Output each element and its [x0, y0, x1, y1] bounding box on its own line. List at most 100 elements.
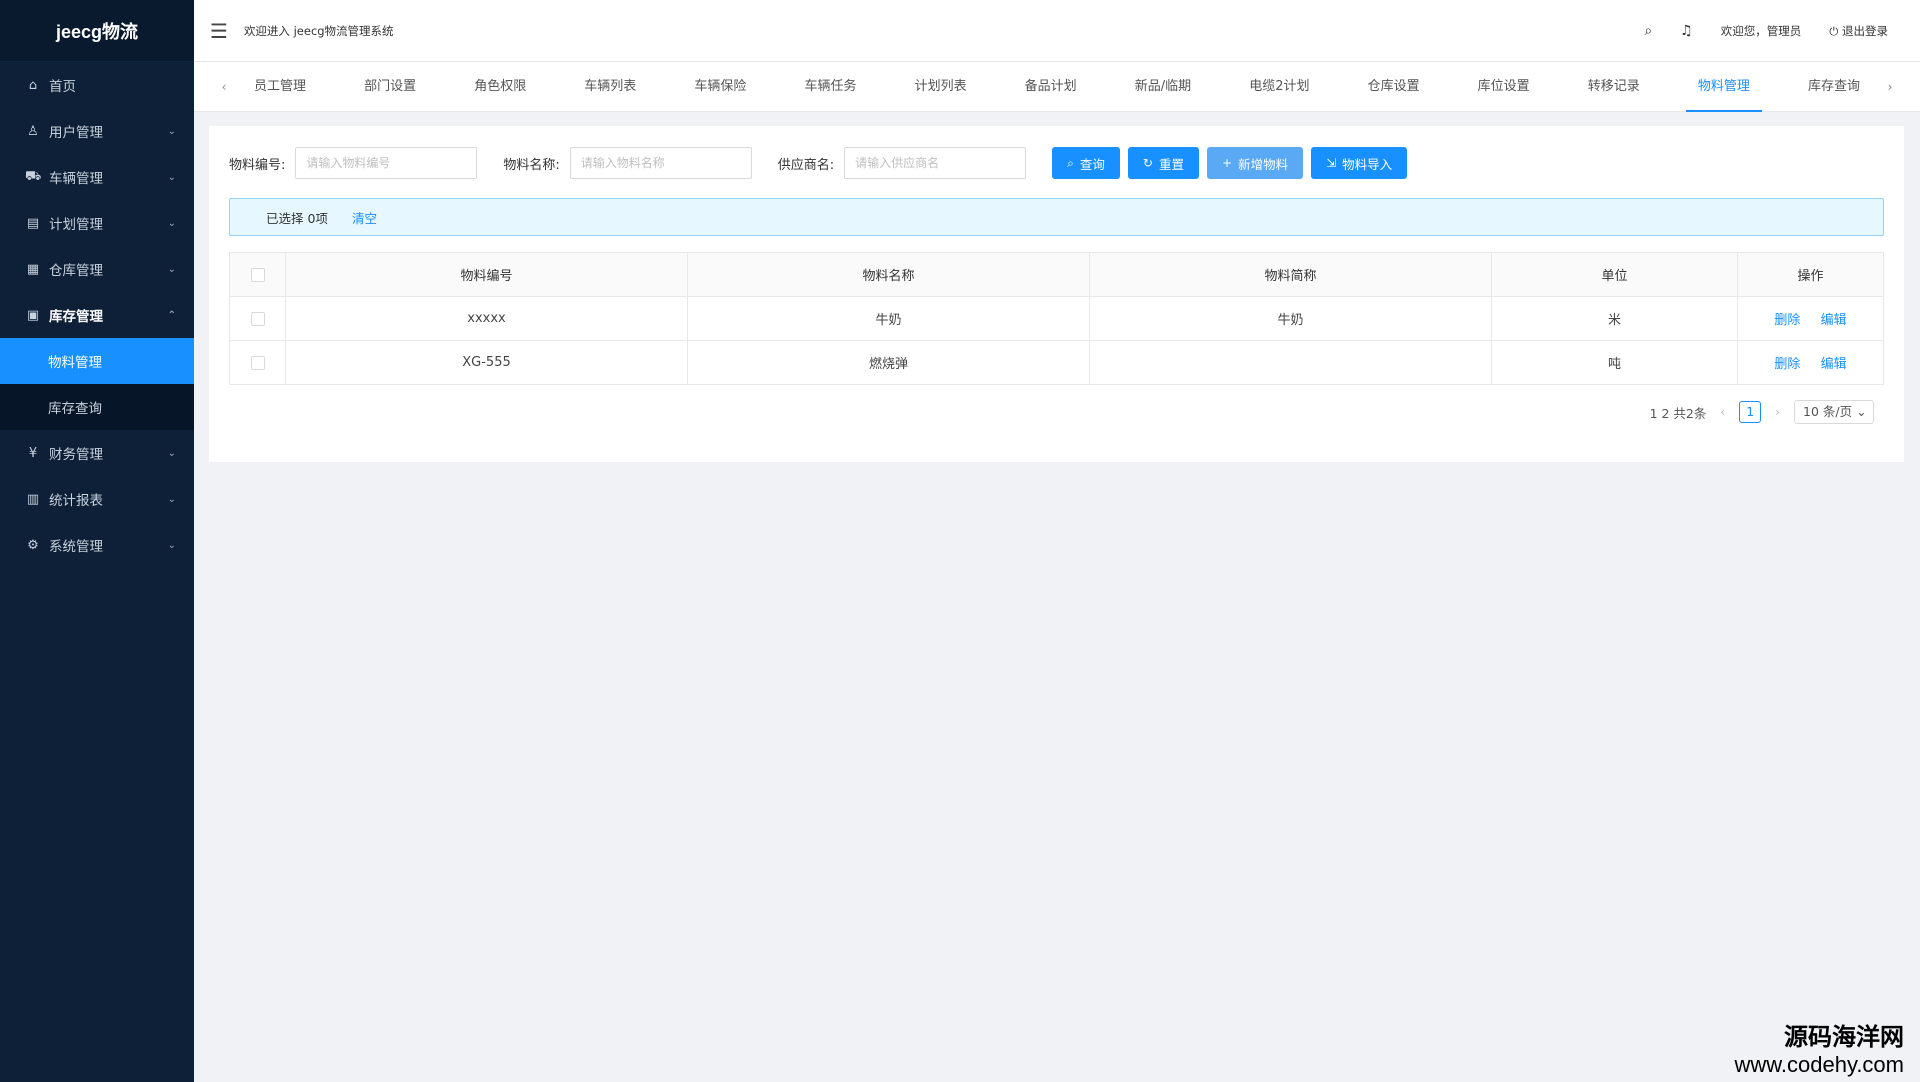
reload-icon: ↻	[1142, 156, 1153, 170]
inventory-submenu: 物料管理 库存查询	[0, 338, 194, 430]
cell-unit: 吨	[1491, 340, 1738, 385]
table-header-row: 物料编号 物料名称 物料简称 单位 操作	[229, 252, 1884, 297]
menu-fold-icon[interactable]: ☰	[210, 19, 228, 43]
logout-link[interactable]: ⏻ 退出登录	[1829, 23, 1888, 39]
sidebar-item-vehicles[interactable]: ⛟ 车辆管理 ⌄	[0, 154, 194, 200]
tab-prev-icon[interactable]: ‹	[214, 80, 234, 94]
delete-link[interactable]: 删除	[1774, 357, 1800, 372]
delete-link[interactable]: 删除	[1774, 313, 1800, 328]
import-label: 物料导入	[1342, 156, 1393, 172]
sidebar-item-label: 用户管理	[49, 125, 103, 141]
search-icon: ⌕	[1067, 155, 1074, 170]
sidebar-item-label: 仓库管理	[49, 263, 103, 279]
supplier-label: 供应商名:	[777, 157, 835, 173]
next-page-icon[interactable]: ›	[1775, 405, 1780, 419]
col-material-name: 物料名称	[687, 252, 1090, 297]
chevron-down-icon: ⌄	[167, 447, 176, 459]
sidebar-item-label: 首页	[49, 79, 76, 95]
tab-material[interactable]: 物料管理	[1685, 62, 1762, 112]
top-header: ☰ 欢迎进入 jeecg物流管理系统 ⌕ ♫ 欢迎您，管理员 ⏻ 退出登录	[194, 0, 1920, 62]
chevron-down-icon: ⌄	[1856, 404, 1867, 419]
pagination: 1 2 共2条 ‹ 1 › 10 条/页 ⌄	[1650, 400, 1874, 424]
box-icon: ▣	[26, 307, 40, 323]
sidebar-item-users[interactable]: ♙ 用户管理 ⌄	[0, 108, 194, 154]
sidebar-item-material[interactable]: 物料管理	[0, 338, 194, 384]
sidebar-item-reports[interactable]: ▥ 统计报表 ⌄	[0, 476, 194, 522]
edit-link[interactable]: 编辑	[1821, 313, 1847, 328]
document-icon: ▤	[26, 215, 40, 231]
tab-department[interactable]: 部门设置	[352, 62, 428, 112]
sidebar-item-label: 车辆管理	[49, 171, 103, 187]
tab-warehouse-settings[interactable]: 仓库设置	[1356, 62, 1432, 112]
watermark-url: www.codehy.com	[1734, 1052, 1904, 1077]
col-material-code: 物料编号	[285, 252, 688, 297]
tab-role[interactable]: 角色权限	[462, 62, 538, 112]
sidebar-item-label: 库存管理	[49, 309, 103, 325]
col-actions: 操作	[1737, 252, 1884, 297]
tab-bar: ‹ 员工管理 部门设置 角色权限 车辆列表 车辆保险 车辆任务 计划列表 备品计…	[194, 62, 1920, 112]
sidebar-item-stock-query[interactable]: 库存查询	[0, 384, 194, 430]
add-label: 新增物料	[1238, 156, 1289, 172]
gear-icon: ⚙	[27, 537, 39, 553]
tab-employee[interactable]: 员工管理	[242, 62, 318, 112]
query-button[interactable]: ⌕ 查询	[1052, 147, 1120, 179]
edit-link[interactable]: 编辑	[1821, 357, 1847, 372]
sidebar-item-inventory[interactable]: ▣ 库存管理 ⌃	[0, 292, 194, 338]
page-size-label: 10 条/页	[1803, 404, 1853, 419]
tab-vehicle-task[interactable]: 车辆任务	[792, 62, 868, 112]
tab-list: 员工管理 部门设置 角色权限 车辆列表 车辆保险 车辆任务 计划列表 备品计划 …	[234, 62, 1880, 112]
tab-location-settings[interactable]: 库位设置	[1466, 62, 1542, 112]
row-checkbox[interactable]	[250, 311, 265, 326]
cell-material-name: 燃烧弹	[687, 340, 1090, 385]
welcome-text: 欢迎进入 jeecg物流管理系统	[243, 23, 394, 38]
tab-next-icon[interactable]: ›	[1880, 80, 1900, 94]
main-content: 物料编号: 物料名称: 供应商名: ⌕ 查询 ↻ 重置 + 新增物料 ⇲ 物料导入 已选…	[209, 126, 1904, 462]
truck-icon: ⛟	[25, 168, 42, 184]
row-select-cell	[229, 340, 286, 385]
tab-vehicle-insurance[interactable]: 车辆保险	[682, 62, 758, 112]
tab-new-expiring[interactable]: 新品/临期	[1123, 62, 1203, 112]
cell-material-name: 牛奶	[687, 296, 1090, 341]
chevron-down-icon: ⌄	[167, 263, 176, 275]
select-all-checkbox[interactable]	[250, 267, 265, 282]
tab-plan-list[interactable]: 计划列表	[903, 62, 979, 112]
col-unit: 单位	[1491, 252, 1738, 297]
tab-transfer-records[interactable]: 转移记录	[1576, 62, 1652, 112]
material-name-label: 物料名称:	[503, 157, 560, 173]
tab-stock-query[interactable]: 库存查询	[1796, 62, 1872, 112]
sidebar: jeecg物流 ⌂ 首页 ♙ 用户管理 ⌄ ⛟ 车辆管理 ⌄ ▤ 计划管理 ⌄ …	[0, 0, 194, 1082]
sidebar-item-plans[interactable]: ▤ 计划管理 ⌄	[0, 200, 194, 246]
tab-spare-plan[interactable]: 备品计划	[1013, 62, 1089, 112]
tab-vehicle-list[interactable]: 车辆列表	[572, 62, 648, 112]
supplier-input[interactable]	[844, 147, 1027, 179]
reset-button[interactable]: ↻ 重置	[1127, 147, 1199, 179]
chart-icon: ▥	[26, 491, 40, 507]
logout-icon: ⏻	[1829, 23, 1842, 38]
bell-icon[interactable]: ♫	[1680, 23, 1693, 39]
page-number[interactable]: 1	[1739, 401, 1762, 423]
sidebar-item-finance[interactable]: ¥ 财务管理 ⌄	[0, 430, 194, 476]
import-material-button[interactable]: ⇲ 物料导入	[1311, 147, 1408, 179]
search-icon[interactable]: ⌕	[1644, 23, 1652, 39]
sidebar-item-home[interactable]: ⌂ 首页	[0, 62, 194, 108]
chevron-up-icon: ⌃	[167, 309, 176, 321]
sidebar-item-warehouse[interactable]: ▦ 仓库管理 ⌄	[0, 246, 194, 292]
material-name-input[interactable]	[569, 147, 752, 179]
add-material-button[interactable]: + 新增物料	[1207, 147, 1304, 179]
logout-label: 退出登录	[1842, 23, 1888, 38]
sidebar-item-label: 系统管理	[49, 539, 103, 555]
page-size-select[interactable]: 10 条/页 ⌄	[1794, 400, 1874, 424]
query-label: 查询	[1079, 156, 1105, 172]
clear-selection-link[interactable]: 清空	[352, 208, 377, 227]
prev-page-icon[interactable]: ‹	[1720, 405, 1725, 419]
select-all-cell	[229, 252, 286, 297]
tab-cable-plan[interactable]: 电缆2计划	[1237, 62, 1321, 112]
sidebar-item-system[interactable]: ⚙ 系统管理 ⌄	[0, 522, 194, 568]
cell-material-code: xxxxx	[285, 296, 688, 341]
chevron-down-icon: ⌄	[167, 493, 176, 505]
cell-actions: 删除 编辑	[1737, 296, 1884, 341]
user-greeting[interactable]: 欢迎您，管理员	[1721, 23, 1802, 39]
chevron-down-icon: ⌄	[167, 217, 176, 229]
material-code-input[interactable]	[295, 147, 478, 179]
row-checkbox[interactable]	[250, 355, 265, 370]
